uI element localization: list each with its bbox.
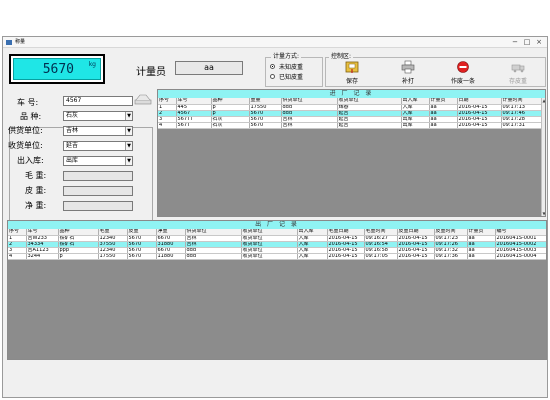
radio-known-tare[interactable] xyxy=(270,74,275,79)
net-label: 净 重: xyxy=(25,201,47,210)
gross-field xyxy=(63,171,133,181)
table-cell: 延吉 xyxy=(337,122,402,129)
operator-label: 计量员 xyxy=(136,67,166,78)
table-cell: 09:17:05 xyxy=(364,253,398,260)
radio-unknown-tare[interactable] xyxy=(270,64,275,69)
truck-icon xyxy=(511,64,525,73)
in-records-table[interactable]: 序号 车号 品种 重量 供货单位 收货单位 出入库 计量员 日期 计量时间 1 445 p 17550 dd… xyxy=(158,98,542,129)
table-cell: 17550 xyxy=(98,253,128,260)
app-root: 称量 − □ × 5670 kg 计量员 aa 计量方式: 未知皮重 已知皮重 … xyxy=(0,0,550,400)
plate-label: 车 号: xyxy=(17,98,39,107)
tare-label: 皮 重: xyxy=(25,186,47,195)
variety-select[interactable]: 石灰 ▼ xyxy=(63,111,133,121)
scroll-up-icon[interactable]: ▲ xyxy=(542,98,545,104)
save-tare-button[interactable]: 存皮重 xyxy=(503,60,533,85)
measure-mode-title: 计量方式: xyxy=(271,51,302,60)
receiver-value: 延吉 xyxy=(66,142,79,149)
weight-display-screen: 5670 kg xyxy=(13,58,101,80)
table-cell: 2016-04-15 xyxy=(397,253,435,260)
main-window: 称量 − □ × 5670 kg 计量员 aa 计量方式: 未知皮重 已知皮重 … xyxy=(2,36,548,398)
minimize-icon[interactable]: − xyxy=(509,37,521,48)
reprint-button-label: 补打 xyxy=(401,78,414,85)
save-icon xyxy=(345,61,359,73)
weight-display: 5670 kg xyxy=(9,54,105,84)
chevron-down-icon[interactable]: ▼ xyxy=(125,157,132,165)
inout-select[interactable]: 出库 ▼ xyxy=(63,156,133,166)
table-cell: 4 xyxy=(8,253,27,260)
inout-label: 出入库: xyxy=(17,156,44,165)
table-cell: 出库 xyxy=(401,122,430,129)
variety-label: 品 种: xyxy=(20,112,42,121)
supplier-value: 吉林 xyxy=(66,127,79,134)
table-cell: aa xyxy=(429,122,458,129)
app-icon xyxy=(6,40,12,45)
table-cell: 11880 xyxy=(156,253,186,260)
void-record-button-label: 作废一条 xyxy=(450,78,475,85)
table-cell: 4 xyxy=(158,122,177,129)
chevron-down-icon[interactable]: ▼ xyxy=(125,127,132,135)
delete-icon xyxy=(457,61,469,73)
table-row[interactable]: 4 567T 石灰 5670 吉林 延吉 出库 aa 2016-04-15 09:17:31 xyxy=(158,122,542,129)
table-cell: 567T xyxy=(176,122,212,129)
in-records-scrollbar[interactable]: ▲ ▼ xyxy=(541,98,545,216)
save-button-label: 保存 xyxy=(345,78,358,85)
reprint-button[interactable]: 补打 xyxy=(393,60,423,85)
save-tare-button-label: 存皮重 xyxy=(508,78,527,85)
table-cell: 09:17:36 xyxy=(434,253,468,260)
table-cell: ddd xyxy=(185,253,242,260)
net-field xyxy=(63,201,133,211)
window-title: 称量 xyxy=(15,39,26,45)
weight-value: 5670 xyxy=(42,62,74,77)
table-cell: 20160415-0004 xyxy=(495,253,546,260)
radio-known-tare-label: 已知皮重 xyxy=(279,74,304,81)
table-cell: 石灰 xyxy=(211,122,250,129)
tare-field xyxy=(63,186,133,196)
title-bar: 称量 − □ × xyxy=(3,37,547,48)
close-icon[interactable]: × xyxy=(533,37,545,48)
table-cell: 入库 xyxy=(297,253,328,260)
table-row[interactable]: 4 3244 p 17550 5670 11880 ddd 收货单位 入库 2016-04-15 0… xyxy=(8,253,546,260)
supplier-label: 供货单位: xyxy=(8,126,43,135)
variety-value: 石灰 xyxy=(66,112,79,119)
printer-icon xyxy=(401,60,415,74)
in-records-panel: 进 厂 记 录 序号 车号 品种 重量 供货单位 收货单位 出入库 计量员 日期 计量时间 1 445… xyxy=(157,89,546,217)
table-cell: 3244 xyxy=(26,253,59,260)
gross-label: 毛 重: xyxy=(25,171,47,180)
table-cell: 吉林 xyxy=(281,122,338,129)
inout-value: 出库 xyxy=(66,157,79,164)
scroll-down-icon[interactable]: ▼ xyxy=(542,211,545,216)
save-button[interactable]: 保存 xyxy=(337,60,367,85)
receiver-select[interactable]: 延吉 ▼ xyxy=(63,141,133,151)
in-records-title: 进 厂 记 录 xyxy=(158,90,545,98)
table-cell: 5670 xyxy=(127,253,157,260)
chevron-down-icon[interactable]: ▼ xyxy=(125,142,132,150)
void-record-button[interactable]: 作废一条 xyxy=(445,60,481,85)
receiver-label: 收货单位: xyxy=(8,141,43,150)
table-cell: 2016-04-15 xyxy=(327,253,365,260)
supplier-select[interactable]: 吉林 ▼ xyxy=(63,126,133,136)
out-records-table[interactable]: 序号 车号 品种 毛重 皮重 净重 供货单位 收货单位 出入库 毛重日期 毛重时间 皮重日期 皮重时间计… xyxy=(8,229,546,260)
table-cell: 收货单位 xyxy=(241,253,298,260)
table-cell: aa xyxy=(467,253,496,260)
control-title: 控制区: xyxy=(329,51,354,60)
chevron-down-icon[interactable]: ▼ xyxy=(125,112,132,120)
out-records-panel: 出 厂 记 录 序号 车号 品种 毛重 皮重 净重 供货单位 收货单位 出入库 毛重日期 毛重时间皮… xyxy=(7,220,547,360)
maximize-icon[interactable]: □ xyxy=(521,37,533,48)
weight-unit: kg xyxy=(88,61,96,68)
table-cell: 09:17:31 xyxy=(501,122,542,129)
out-records-title: 出 厂 记 录 xyxy=(8,221,546,229)
table-cell: 2016-04-15 xyxy=(457,122,502,129)
plate-input[interactable]: 4567 xyxy=(63,96,133,106)
plate-reader-icon[interactable] xyxy=(134,91,152,105)
table-cell: 5670 xyxy=(249,122,282,129)
operator-field: aa xyxy=(175,61,243,75)
radio-unknown-tare-label: 未知皮重 xyxy=(279,64,304,71)
table-cell: p xyxy=(58,253,99,260)
